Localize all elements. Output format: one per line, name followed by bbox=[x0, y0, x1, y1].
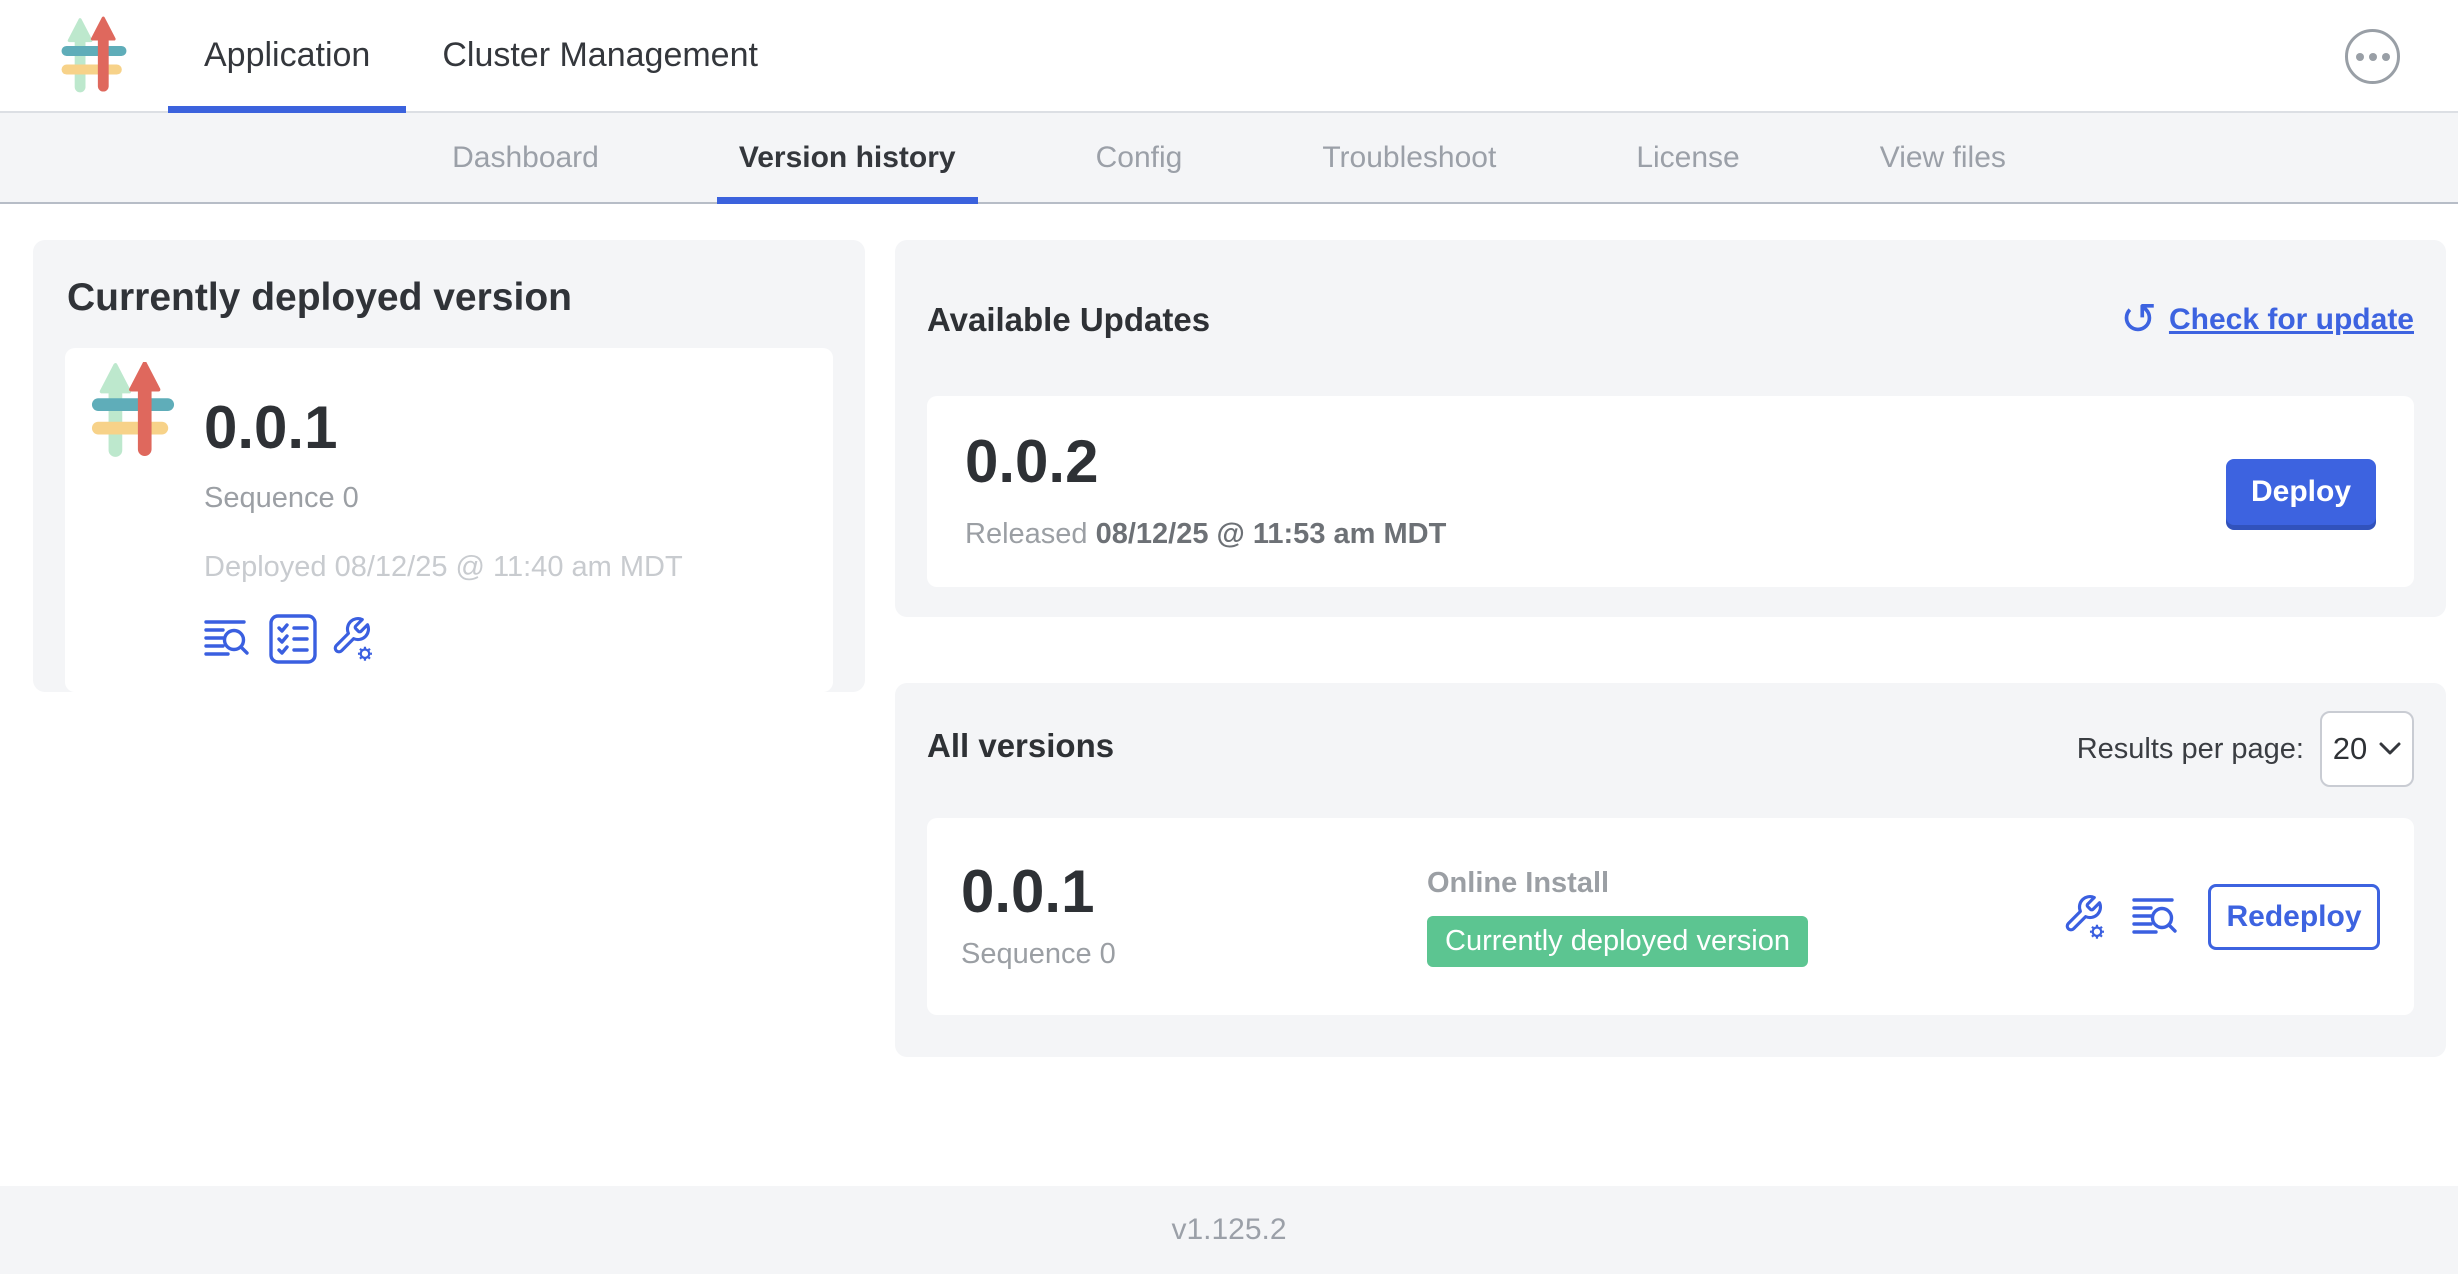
row-version-sequence: Sequence 0 bbox=[961, 938, 1427, 971]
check-for-update-label[interactable]: Check for update bbox=[2169, 303, 2414, 337]
subnav-item-view-files[interactable]: View files bbox=[1858, 113, 2028, 202]
app-logo-icon bbox=[60, 16, 128, 96]
install-type-label: Online Install bbox=[1427, 867, 2062, 900]
results-per-page-select[interactable]: 20 bbox=[2320, 711, 2414, 787]
update-row: 0.0.2 Released 08/12/25 @ 11:53 am MDT D… bbox=[927, 396, 2414, 587]
ellipsis-menu-icon[interactable] bbox=[2345, 29, 2400, 84]
app-logo-icon bbox=[90, 362, 176, 460]
tab-cluster-management[interactable]: Cluster Management bbox=[406, 0, 794, 111]
redeploy-button[interactable]: Redeploy bbox=[2208, 884, 2380, 950]
main-content: Currently deployed version 0.0.1 Sequenc… bbox=[0, 204, 2458, 1186]
console-version: v1.125.2 bbox=[1171, 1213, 1286, 1247]
currently-deployed-badge: Currently deployed version bbox=[1427, 916, 1808, 967]
current-version-detail: 0.0.1 Sequence 0 Deployed 08/12/25 @ 11:… bbox=[65, 348, 833, 692]
release-notes-icon[interactable] bbox=[2132, 895, 2184, 939]
current-version-sequence: Sequence 0 bbox=[204, 482, 683, 515]
all-versions-title: All versions bbox=[927, 727, 1114, 765]
results-per-page-value: 20 bbox=[2333, 731, 2367, 767]
subnav-item-troubleshoot[interactable]: Troubleshoot bbox=[1300, 113, 1518, 202]
currently-deployed-card: Currently deployed version 0.0.1 Sequenc… bbox=[33, 240, 865, 692]
edit-config-icon[interactable] bbox=[330, 614, 376, 664]
app-subnav: Dashboard Version history Config Trouble… bbox=[0, 113, 2458, 204]
row-version-number: 0.0.1 bbox=[961, 862, 1427, 922]
update-released-timestamp: Released 08/12/25 @ 11:53 am MDT bbox=[965, 518, 1446, 551]
tab-application[interactable]: Application bbox=[168, 0, 406, 111]
current-version-deployed-timestamp: Deployed 08/12/25 @ 11:40 am MDT bbox=[204, 551, 683, 584]
refresh-icon: ↺ bbox=[2120, 298, 2157, 342]
version-row: 0.0.1 Sequence 0 Online Install Currentl… bbox=[927, 818, 2414, 1015]
app-footer: v1.125.2 bbox=[0, 1186, 2458, 1274]
available-updates-card: Available Updates ↺ Check for update 0.0… bbox=[895, 240, 2446, 617]
subnav-item-version-history[interactable]: Version history bbox=[717, 113, 978, 202]
preflight-checks-icon[interactable] bbox=[269, 614, 317, 664]
currently-deployed-title: Currently deployed version bbox=[67, 276, 833, 320]
subnav-item-license[interactable]: License bbox=[1614, 113, 1761, 202]
subnav-item-dashboard[interactable]: Dashboard bbox=[430, 113, 621, 202]
edit-config-icon[interactable] bbox=[2062, 892, 2108, 942]
top-navbar: Application Cluster Management bbox=[0, 0, 2458, 113]
tab-application-label: Application bbox=[204, 36, 370, 75]
release-notes-icon[interactable] bbox=[204, 617, 256, 661]
update-version-number: 0.0.2 bbox=[965, 432, 1446, 492]
all-versions-card: All versions Results per page: 20 0.0.1 … bbox=[895, 683, 2446, 1057]
current-version-number: 0.0.1 bbox=[204, 398, 683, 458]
subnav-item-config[interactable]: Config bbox=[1074, 113, 1205, 202]
available-updates-title: Available Updates bbox=[927, 301, 1210, 339]
deploy-button[interactable]: Deploy bbox=[2226, 459, 2376, 525]
results-per-page-label: Results per page: bbox=[2077, 733, 2304, 766]
chevron-down-icon bbox=[2379, 742, 2401, 756]
check-for-update-link[interactable]: ↺ Check for update bbox=[2120, 298, 2414, 342]
tab-cluster-management-label: Cluster Management bbox=[442, 36, 758, 75]
